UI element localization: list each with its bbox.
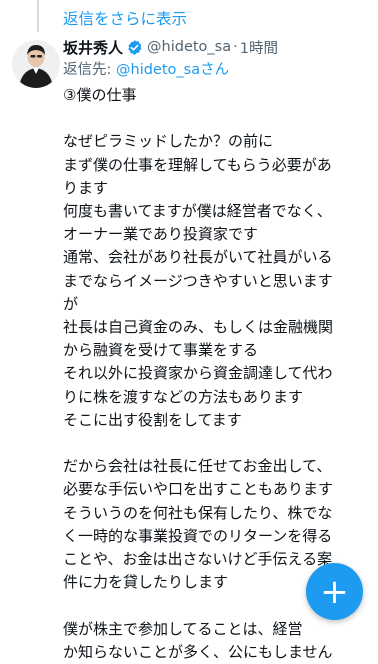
tweet-text-line: か知らないことが多く、公にもしません (63, 642, 333, 661)
reply-prefix: 返信先: (63, 62, 116, 78)
tweet-text-line: 必要な手伝いや口を出すこともあります (63, 480, 334, 499)
tweet-text-line (63, 432, 368, 455)
tweet-text-line: それ以外に投資家から資金調達して代わ (63, 364, 333, 383)
tweet-timestamp[interactable]: 1時間 (240, 37, 278, 58)
tweet-text-line (63, 107, 368, 130)
tweet-text-line: りに株を渡すなどの方法もあります (63, 387, 304, 406)
author-handle[interactable]: @hideto_sa (147, 39, 231, 55)
compose-tweet-button[interactable]: + (306, 563, 363, 620)
plus-icon: + (320, 571, 349, 612)
tweet-text-line: ります (63, 178, 109, 197)
reply-context: 返信先: @hideto_saさん (63, 60, 368, 80)
reply-mention-link[interactable]: @hideto_saさん (116, 62, 229, 78)
tweet-text-line: 僕が株主で参加してることは、経営 (63, 619, 303, 638)
tweet-text-line: そこに出す役割をしてます (63, 410, 242, 429)
header-separator: · (233, 39, 238, 55)
tweet-text-line: まず僕の仕事を理解してもらう必要があ (63, 155, 332, 174)
avatar-image (12, 40, 60, 88)
tweet-text-line: 通常、会社があり社長がいて社員がいる (63, 248, 333, 267)
thread-connector-line (37, 0, 39, 32)
tweet-text-line: そういうのを何社も保有したり、株でな (63, 503, 333, 522)
tweet-text-line: までならイメージつきやすいと思います (63, 271, 333, 290)
author-name[interactable]: 坂井秀人 (63, 37, 123, 58)
verified-badge-icon (128, 39, 142, 55)
tweet-text-line: なぜピラミッドしたか？の前に (63, 132, 274, 151)
tweet-text-line: オーナー業であり投資家です (63, 225, 258, 244)
tweet-text-line: 社長は自己資金のみ、もしくは金融機関 (63, 318, 334, 337)
tweet-text-line: く一時的な事業投資でのリターンを得る (63, 526, 333, 545)
show-more-replies-link[interactable]: 返信をさらに表示 (63, 8, 187, 30)
tweet-text-line: だから会社は社長に任せてお金出して、 (63, 457, 332, 476)
avatar[interactable] (12, 40, 60, 88)
tweet-text-line: から融資を受けて事業をする (63, 341, 259, 360)
tweet-text-line: 何度も書いてますが僕は経営者でなく、 (63, 202, 332, 220)
tweet-text-line: が (63, 294, 79, 313)
tweet-header: 坂井秀人 @hideto_sa · 1時間 (63, 36, 368, 58)
tweet-text-line: ③僕の仕事 (63, 86, 137, 104)
